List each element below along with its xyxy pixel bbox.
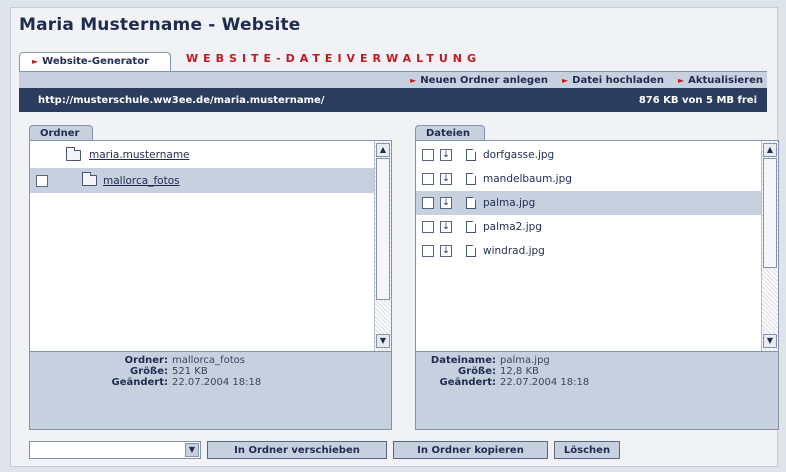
delete-button[interactable]: Löschen bbox=[554, 441, 620, 459]
tab-ordner[interactable]: Ordner bbox=[29, 125, 93, 141]
folder-panel: maria.mustername mallorca_fotos ▲ ▼ Ordn… bbox=[29, 140, 392, 430]
folder-row-selected[interactable]: mallorca_fotos bbox=[30, 168, 374, 193]
file-icon bbox=[466, 245, 476, 257]
new-folder-button[interactable]: ► Neuen Ordner anlegen bbox=[410, 75, 548, 86]
file-panel: ↓ dorfgasse.jpg ↓ mandelbaum.jpg ↓ palma… bbox=[415, 140, 779, 430]
file-row-selected[interactable]: ↓ palma.jpg bbox=[416, 191, 761, 215]
file-checkbox[interactable] bbox=[422, 197, 434, 209]
info-value: 12,8 KB bbox=[500, 366, 539, 377]
download-icon[interactable]: ↓ bbox=[440, 173, 452, 185]
download-icon[interactable]: ↓ bbox=[440, 245, 452, 257]
download-icon[interactable]: ↓ bbox=[440, 149, 452, 161]
folder-list: maria.mustername mallorca_fotos bbox=[30, 141, 374, 351]
chevron-down-icon[interactable]: ▼ bbox=[185, 443, 199, 457]
folder-icon bbox=[66, 146, 81, 161]
tab-website-generator[interactable]: ► Website-Generator bbox=[19, 52, 171, 71]
file-checkbox[interactable] bbox=[422, 245, 434, 257]
file-icon bbox=[466, 149, 476, 161]
tab-website-generator-label: Website-Generator bbox=[42, 56, 150, 67]
upload-file-button[interactable]: ► Datei hochladen bbox=[562, 75, 664, 86]
refresh-button[interactable]: ► Aktualisieren bbox=[678, 75, 763, 86]
file-icon bbox=[466, 197, 476, 209]
folder-checkbox[interactable] bbox=[36, 174, 48, 187]
url-bar: http://musterschule.ww3ee.de/maria.muste… bbox=[19, 88, 767, 112]
scroll-up-icon[interactable]: ▲ bbox=[376, 143, 390, 157]
scroll-down-icon[interactable]: ▼ bbox=[763, 334, 777, 348]
file-icon bbox=[466, 221, 476, 233]
quota-status: 876 KB von 5 MB frei bbox=[638, 94, 757, 106]
copy-to-folder-button[interactable]: In Ordner kopieren bbox=[393, 441, 548, 459]
site-url: http://musterschule.ww3ee.de/maria.muste… bbox=[38, 94, 325, 106]
file-name[interactable]: windrad.jpg bbox=[483, 245, 545, 257]
file-name[interactable]: palma2.jpg bbox=[483, 221, 542, 233]
arrow-right-icon: ► bbox=[410, 75, 417, 85]
file-row[interactable]: ↓ windrad.jpg bbox=[416, 239, 761, 263]
page-title: Maria Mustername - Website bbox=[19, 15, 301, 35]
tab-dateien[interactable]: Dateien bbox=[415, 125, 485, 141]
info-value: 22.07.2004 18:18 bbox=[500, 377, 590, 388]
action-toolbar: ► Neuen Ordner anlegen ► Datei hochladen… bbox=[19, 71, 767, 88]
target-folder-select[interactable]: ▼ bbox=[29, 441, 201, 459]
file-checkbox[interactable] bbox=[422, 221, 434, 233]
upload-file-label: Datei hochladen bbox=[572, 74, 664, 86]
info-value: 22.07.2004 18:18 bbox=[172, 377, 262, 388]
file-list: ↓ dorfgasse.jpg ↓ mandelbaum.jpg ↓ palma… bbox=[416, 141, 761, 351]
move-to-folder-button[interactable]: In Ordner verschieben bbox=[207, 441, 387, 459]
info-label: Größe: bbox=[458, 366, 496, 377]
folder-info: Ordner: mallorca_fotos Größe: 521 KB Geänd… bbox=[30, 351, 391, 429]
scroll-down-icon[interactable]: ▼ bbox=[376, 334, 390, 348]
arrow-right-icon: ► bbox=[32, 57, 39, 66]
info-label: Geändert: bbox=[439, 377, 496, 388]
file-row[interactable]: ↓ dorfgasse.jpg bbox=[416, 143, 761, 167]
arrow-right-icon: ► bbox=[562, 75, 569, 85]
info-label: Geändert: bbox=[111, 377, 168, 388]
info-value: 521 KB bbox=[172, 366, 208, 377]
info-label: Größe: bbox=[130, 366, 168, 377]
file-icon bbox=[466, 173, 476, 185]
info-value: palma.jpg bbox=[500, 355, 550, 366]
scroll-thumb[interactable] bbox=[376, 158, 390, 300]
file-row[interactable]: ↓ mandelbaum.jpg bbox=[416, 167, 761, 191]
tab-website-dateiverwaltung[interactable]: WEBSITE-DATEIVERWALTUNG bbox=[186, 52, 481, 65]
file-name[interactable]: mandelbaum.jpg bbox=[483, 173, 572, 185]
info-label: Ordner: bbox=[124, 355, 168, 366]
folder-name-link[interactable]: mallorca_fotos bbox=[103, 175, 180, 187]
folder-scrollbar[interactable]: ▲ ▼ bbox=[374, 141, 391, 351]
action-bar: ▼ In Ordner verschieben In Ordner kopier… bbox=[29, 441, 620, 459]
file-name[interactable]: palma.jpg bbox=[483, 197, 535, 209]
folder-row[interactable]: maria.mustername bbox=[30, 143, 374, 167]
folder-name-link[interactable]: maria.mustername bbox=[89, 149, 190, 161]
file-scrollbar[interactable]: ▲ ▼ bbox=[761, 141, 778, 351]
download-icon[interactable]: ↓ bbox=[440, 221, 452, 233]
arrow-right-icon: ► bbox=[677, 75, 685, 85]
scroll-up-icon[interactable]: ▲ bbox=[763, 143, 777, 157]
scroll-thumb[interactable] bbox=[763, 158, 777, 268]
folder-icon bbox=[82, 172, 97, 186]
file-row[interactable]: ↓ palma2.jpg bbox=[416, 215, 761, 239]
file-name[interactable]: dorfgasse.jpg bbox=[483, 149, 554, 161]
file-checkbox[interactable] bbox=[422, 173, 434, 185]
download-icon[interactable]: ↓ bbox=[440, 197, 452, 209]
file-info: Dateiname: palma.jpg Größe: 12,8 KB Geände… bbox=[416, 351, 778, 429]
new-folder-label: Neuen Ordner anlegen bbox=[420, 74, 548, 86]
info-value: mallorca_fotos bbox=[172, 355, 245, 366]
refresh-label: Aktualisieren bbox=[688, 74, 763, 86]
file-checkbox[interactable] bbox=[422, 149, 434, 161]
info-label: Dateiname: bbox=[430, 355, 496, 366]
